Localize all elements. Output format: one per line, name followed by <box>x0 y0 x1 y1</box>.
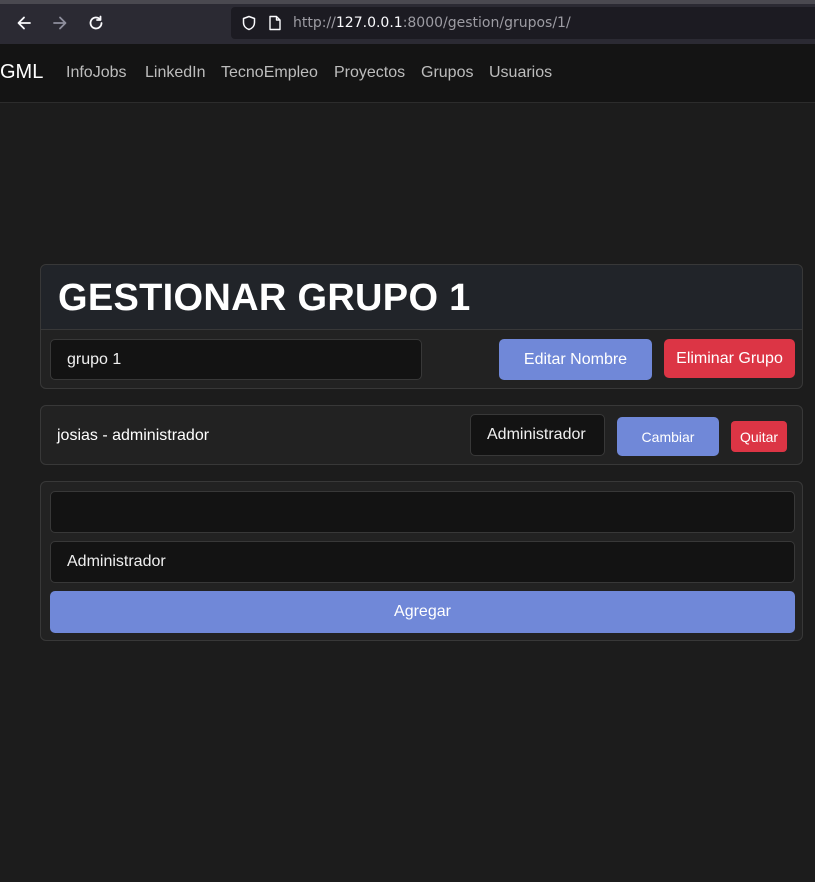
page-icon <box>269 15 281 31</box>
url-host: 127.0.0.1 <box>335 15 403 31</box>
nav-link-grupos[interactable]: Grupos <box>421 64 473 82</box>
remove-member-button[interactable]: Quitar <box>731 421 787 452</box>
user-input[interactable] <box>50 491 795 533</box>
address-bar[interactable]: http://127.0.0.1:8000/gestion/grupos/1/ <box>231 7 815 39</box>
reload-icon[interactable] <box>85 12 107 34</box>
nav-link-proyectos[interactable]: Proyectos <box>334 64 405 82</box>
url-text[interactable]: http://127.0.0.1:8000/gestion/grupos/1/ <box>293 15 571 31</box>
nav-link-usuarios[interactable]: Usuarios <box>489 64 552 82</box>
app-navbar: GML InfoJobs LinkedIn TecnoEmpleo Proyec… <box>0 44 815 103</box>
member-card: josias - administrador Administrador Cam… <box>40 405 803 465</box>
add-member-card: Administrador Agregar <box>40 481 803 641</box>
nav-link-tecnoempleo[interactable]: TecnoEmpleo <box>221 64 318 82</box>
forward-icon[interactable] <box>49 12 71 34</box>
nav-link-infojobs[interactable]: InfoJobs <box>66 64 126 82</box>
url-path: :8000/gestion/grupos/1/ <box>402 15 571 31</box>
page-title: GESTIONAR GRUPO 1 <box>58 277 471 319</box>
member-role-select[interactable]: Administrador <box>470 414 605 456</box>
edit-name-button[interactable]: Editar Nombre <box>499 339 652 380</box>
back-icon[interactable] <box>13 12 35 34</box>
browser-tab-strip <box>0 0 815 4</box>
url-scheme: http:// <box>293 15 336 31</box>
brand-logo[interactable]: GML <box>0 61 43 84</box>
group-card: GESTIONAR GRUPO 1 grupo 1 Editar Nombre … <box>40 264 803 389</box>
browser-toolbar: http://127.0.0.1:8000/gestion/grupos/1/ <box>0 0 815 44</box>
group-card-header: GESTIONAR GRUPO 1 <box>41 265 802 330</box>
delete-group-button[interactable]: Eliminar Grupo <box>664 339 795 378</box>
change-role-button[interactable]: Cambiar <box>617 417 719 456</box>
role-select[interactable]: Administrador <box>50 541 795 583</box>
shield-icon[interactable] <box>241 15 257 31</box>
nav-link-linkedin[interactable]: LinkedIn <box>145 64 206 82</box>
add-member-button[interactable]: Agregar <box>50 591 795 633</box>
group-name-input[interactable]: grupo 1 <box>50 339 422 380</box>
member-label: josias - administrador <box>57 427 210 444</box>
